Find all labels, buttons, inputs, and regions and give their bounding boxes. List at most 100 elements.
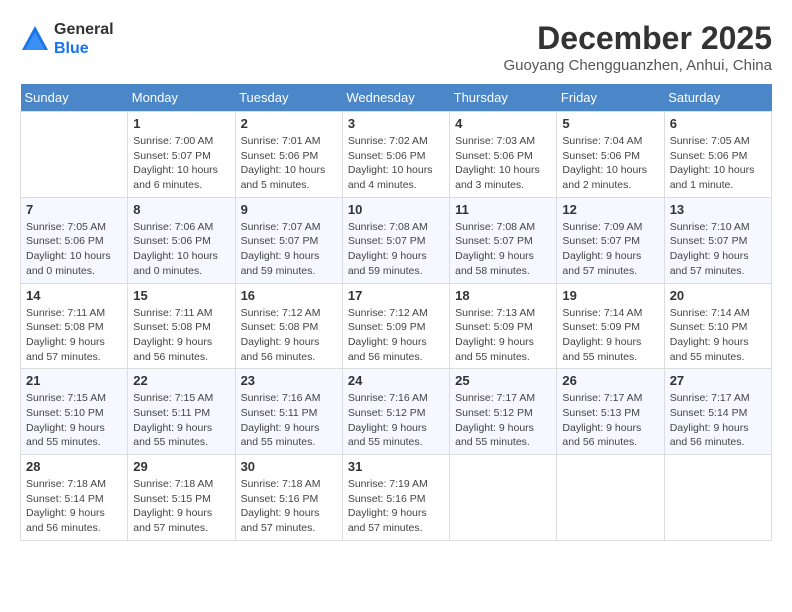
calendar-cell: 31 Sunrise: 7:19 AM Sunset: 5:16 PM Dayli… <box>342 455 449 541</box>
day-info: Sunrise: 7:17 AM Sunset: 5:13 PM Dayligh… <box>562 391 658 450</box>
day-number: 17 <box>348 288 444 303</box>
day-info: Sunrise: 7:15 AM Sunset: 5:10 PM Dayligh… <box>26 391 122 450</box>
day-info: Sunrise: 7:16 AM Sunset: 5:12 PM Dayligh… <box>348 391 444 450</box>
day-info: Sunrise: 7:18 AM Sunset: 5:16 PM Dayligh… <box>241 477 337 536</box>
logo-text: General Blue <box>54 20 114 58</box>
page-header: General Blue December 2025 Guoyang Cheng… <box>20 20 772 74</box>
day-info: Sunrise: 7:19 AM Sunset: 5:16 PM Dayligh… <box>348 477 444 536</box>
weekday-header: Friday <box>557 84 664 112</box>
day-number: 6 <box>670 116 766 131</box>
day-number: 9 <box>241 202 337 217</box>
calendar-week-row: 28 Sunrise: 7:18 AM Sunset: 5:14 PM Dayli… <box>21 455 772 541</box>
day-number: 15 <box>133 288 229 303</box>
calendar-cell: 19 Sunrise: 7:14 AM Sunset: 5:09 PM Dayli… <box>557 283 664 369</box>
day-info: Sunrise: 7:10 AM Sunset: 5:07 PM Dayligh… <box>670 220 766 279</box>
calendar-cell: 22 Sunrise: 7:15 AM Sunset: 5:11 PM Dayli… <box>128 369 235 455</box>
day-info: Sunrise: 7:09 AM Sunset: 5:07 PM Dayligh… <box>562 220 658 279</box>
day-number: 31 <box>348 459 444 474</box>
logo-general: General <box>54 21 114 38</box>
day-info: Sunrise: 7:07 AM Sunset: 5:07 PM Dayligh… <box>241 220 337 279</box>
day-info: Sunrise: 7:01 AM Sunset: 5:06 PM Dayligh… <box>241 134 337 193</box>
calendar-cell: 4 Sunrise: 7:03 AM Sunset: 5:06 PM Daylig… <box>450 112 557 198</box>
day-info: Sunrise: 7:17 AM Sunset: 5:12 PM Dayligh… <box>455 391 551 450</box>
calendar-cell: 17 Sunrise: 7:12 AM Sunset: 5:09 PM Dayli… <box>342 283 449 369</box>
calendar-cell: 12 Sunrise: 7:09 AM Sunset: 5:07 PM Dayli… <box>557 197 664 283</box>
day-info: Sunrise: 7:05 AM Sunset: 5:06 PM Dayligh… <box>26 220 122 279</box>
calendar-cell: 11 Sunrise: 7:08 AM Sunset: 5:07 PM Dayli… <box>450 197 557 283</box>
day-number: 20 <box>670 288 766 303</box>
day-info: Sunrise: 7:11 AM Sunset: 5:08 PM Dayligh… <box>133 306 229 365</box>
day-number: 23 <box>241 373 337 388</box>
calendar-cell: 20Sunrise: 7:14 AM Sunset: 5:10 PM Dayli… <box>664 283 771 369</box>
calendar-week-row: 14 Sunrise: 7:11 AM Sunset: 5:08 PM Dayli… <box>21 283 772 369</box>
calendar-cell: 7 Sunrise: 7:05 AM Sunset: 5:06 PM Daylig… <box>21 197 128 283</box>
calendar-cell: 15 Sunrise: 7:11 AM Sunset: 5:08 PM Dayli… <box>128 283 235 369</box>
day-number: 19 <box>562 288 658 303</box>
calendar-cell: 13 Sunrise: 7:10 AM Sunset: 5:07 PM Dayli… <box>664 197 771 283</box>
calendar-cell <box>664 455 771 541</box>
month-title: December 2025 <box>503 20 772 57</box>
calendar-cell: 1Sunrise: 7:00 AM Sunset: 5:07 PM Daylig… <box>128 112 235 198</box>
day-number: 8 <box>133 202 229 217</box>
day-number: 28 <box>26 459 122 474</box>
calendar-week-row: 7 Sunrise: 7:05 AM Sunset: 5:06 PM Daylig… <box>21 197 772 283</box>
calendar-cell: 29Sunrise: 7:18 AM Sunset: 5:15 PM Dayli… <box>128 455 235 541</box>
day-number: 26 <box>562 373 658 388</box>
day-info: Sunrise: 7:14 AM Sunset: 5:09 PM Dayligh… <box>562 306 658 365</box>
calendar-cell <box>450 455 557 541</box>
calendar-cell: 6 Sunrise: 7:05 AM Sunset: 5:06 PM Daylig… <box>664 112 771 198</box>
logo-icon <box>20 24 50 54</box>
day-info: Sunrise: 7:18 AM Sunset: 5:15 PM Dayligh… <box>133 477 229 536</box>
day-number: 22 <box>133 373 229 388</box>
calendar-cell: 21 Sunrise: 7:15 AM Sunset: 5:10 PM Dayli… <box>21 369 128 455</box>
day-info: Sunrise: 7:04 AM Sunset: 5:06 PM Dayligh… <box>562 134 658 193</box>
calendar-cell <box>21 112 128 198</box>
day-number: 24 <box>348 373 444 388</box>
calendar-cell: 18 Sunrise: 7:13 AM Sunset: 5:09 PM Dayli… <box>450 283 557 369</box>
day-number: 7 <box>26 202 122 217</box>
weekday-header: Monday <box>128 84 235 112</box>
day-number: 21 <box>26 373 122 388</box>
calendar-table: SundayMondayTuesdayWednesdayThursdayFrid… <box>20 84 772 541</box>
day-number: 13 <box>670 202 766 217</box>
day-info: Sunrise: 7:18 AM Sunset: 5:14 PM Dayligh… <box>26 477 122 536</box>
calendar-week-row: 1Sunrise: 7:00 AM Sunset: 5:07 PM Daylig… <box>21 112 772 198</box>
calendar-cell: 26 Sunrise: 7:17 AM Sunset: 5:13 PM Dayli… <box>557 369 664 455</box>
calendar-cell: 28 Sunrise: 7:18 AM Sunset: 5:14 PM Dayli… <box>21 455 128 541</box>
calendar-cell: 10Sunrise: 7:08 AM Sunset: 5:07 PM Dayli… <box>342 197 449 283</box>
day-number: 1 <box>133 116 229 131</box>
location: Guoyang Chengguanzhen, Anhui, China <box>503 57 772 74</box>
calendar-cell <box>557 455 664 541</box>
day-info: Sunrise: 7:11 AM Sunset: 5:08 PM Dayligh… <box>26 306 122 365</box>
day-number: 25 <box>455 373 551 388</box>
day-info: Sunrise: 7:12 AM Sunset: 5:08 PM Dayligh… <box>241 306 337 365</box>
calendar-cell: 3Sunrise: 7:02 AM Sunset: 5:06 PM Daylig… <box>342 112 449 198</box>
calendar-cell: 14 Sunrise: 7:11 AM Sunset: 5:08 PM Dayli… <box>21 283 128 369</box>
day-info: Sunrise: 7:15 AM Sunset: 5:11 PM Dayligh… <box>133 391 229 450</box>
logo: General Blue <box>20 20 114 58</box>
weekday-header: Saturday <box>664 84 771 112</box>
day-number: 11 <box>455 202 551 217</box>
day-number: 16 <box>241 288 337 303</box>
calendar-cell: 8Sunrise: 7:06 AM Sunset: 5:06 PM Daylig… <box>128 197 235 283</box>
day-number: 5 <box>562 116 658 131</box>
day-info: Sunrise: 7:12 AM Sunset: 5:09 PM Dayligh… <box>348 306 444 365</box>
calendar-cell: 30Sunrise: 7:18 AM Sunset: 5:16 PM Dayli… <box>235 455 342 541</box>
calendar-cell: 9 Sunrise: 7:07 AM Sunset: 5:07 PM Daylig… <box>235 197 342 283</box>
day-info: Sunrise: 7:05 AM Sunset: 5:06 PM Dayligh… <box>670 134 766 193</box>
logo-blue: Blue <box>54 40 89 57</box>
day-info: Sunrise: 7:03 AM Sunset: 5:06 PM Dayligh… <box>455 134 551 193</box>
day-number: 4 <box>455 116 551 131</box>
day-info: Sunrise: 7:13 AM Sunset: 5:09 PM Dayligh… <box>455 306 551 365</box>
calendar-week-row: 21 Sunrise: 7:15 AM Sunset: 5:10 PM Dayli… <box>21 369 772 455</box>
title-block: December 2025 Guoyang Chengguanzhen, Anh… <box>503 20 772 74</box>
day-number: 12 <box>562 202 658 217</box>
calendar-cell: 2Sunrise: 7:01 AM Sunset: 5:06 PM Daylig… <box>235 112 342 198</box>
weekday-header: Thursday <box>450 84 557 112</box>
calendar-cell: 5 Sunrise: 7:04 AM Sunset: 5:06 PM Daylig… <box>557 112 664 198</box>
day-info: Sunrise: 7:08 AM Sunset: 5:07 PM Dayligh… <box>455 220 551 279</box>
day-number: 18 <box>455 288 551 303</box>
day-info: Sunrise: 7:02 AM Sunset: 5:06 PM Dayligh… <box>348 134 444 193</box>
day-info: Sunrise: 7:08 AM Sunset: 5:07 PM Dayligh… <box>348 220 444 279</box>
day-number: 14 <box>26 288 122 303</box>
